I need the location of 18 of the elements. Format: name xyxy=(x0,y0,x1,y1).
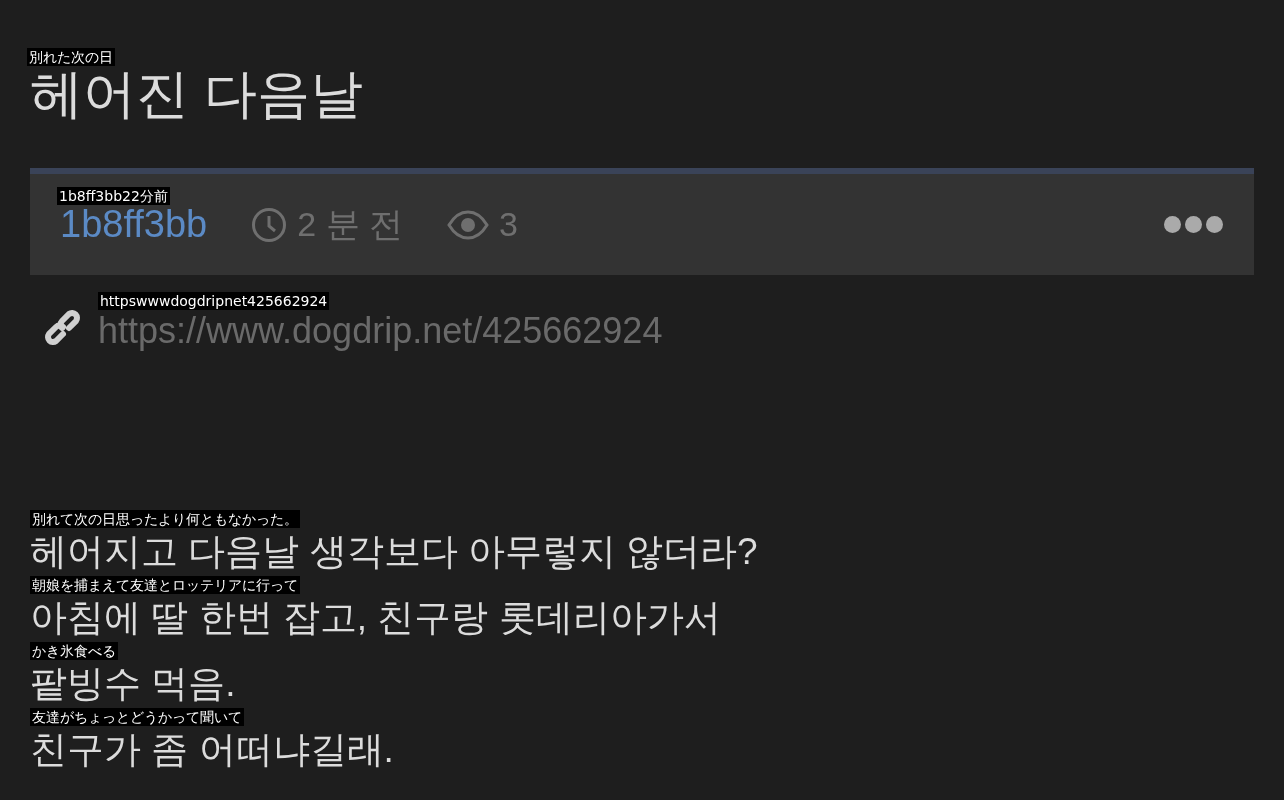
author-link[interactable]: 1b8ff3bb xyxy=(60,203,208,245)
translation-label: 1b8ff3bb22分前 xyxy=(57,187,170,205)
body-text: 팥빙수 먹음. xyxy=(30,662,236,706)
body-text: 친구가 좀 어떠냐길래. xyxy=(30,728,394,772)
translation-label: httpswwwdogdripnet425662924 xyxy=(98,292,330,310)
clock-icon xyxy=(251,206,288,243)
translation-label: かき氷食べる xyxy=(30,642,118,660)
post-time: 2 분 전 xyxy=(297,203,404,245)
eye-icon xyxy=(447,209,490,240)
body-text: 아침에 딸 한번 잡고, 친구랑 롯데리아가서 xyxy=(30,596,721,640)
view-count: 3 xyxy=(499,205,518,244)
translation-label: 別れて次の日思ったより何ともなかった。 xyxy=(30,510,300,528)
translation-label: 別れた次の日 xyxy=(27,48,115,66)
translation-label: 友達がちょっとどうかって聞いて xyxy=(30,708,244,726)
post-title: 헤어진 다음날 xyxy=(30,64,363,123)
body-text: 헤어지고 다음날 생각보다 아무렇지 않더라? xyxy=(30,530,758,574)
translation-label: 朝娘を捕まえて友達とロッテリアに行って xyxy=(30,576,300,594)
post-url-link[interactable]: https://www.dogdrip.net/425662924 xyxy=(98,310,663,351)
